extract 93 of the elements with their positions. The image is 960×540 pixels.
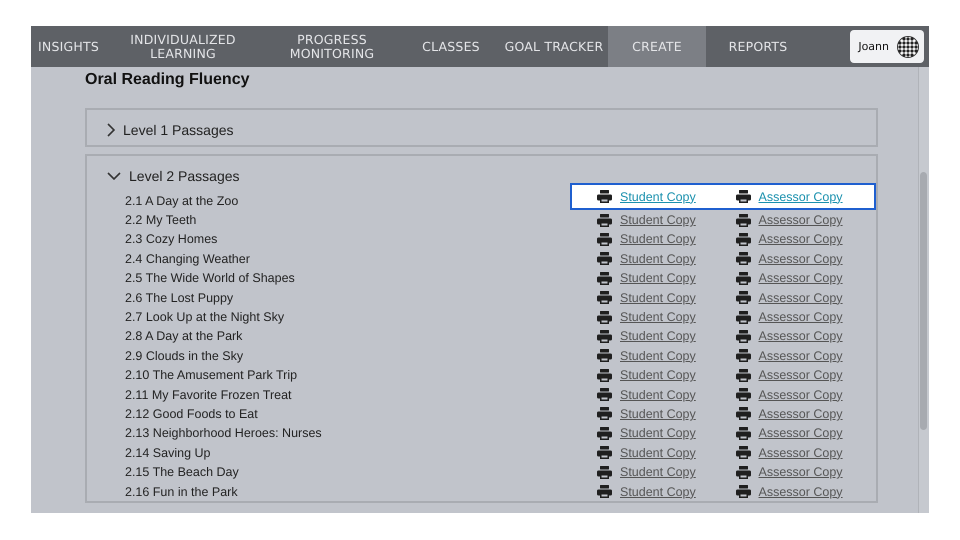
nav-tab[interactable]: INDIVIDUALIZED LEARNING: [108, 26, 258, 67]
assessor-copy-link[interactable]: Assessor Copy: [758, 213, 843, 228]
student-copy-link[interactable]: Student Copy: [620, 213, 696, 228]
passage-title: 2.14 Saving Up: [125, 446, 212, 460]
passage-title: 2.16 Fun in the Park: [125, 484, 239, 499]
student-copy-link[interactable]: Student Copy: [620, 329, 696, 344]
printer-icon: [597, 214, 612, 227]
student-copy-link[interactable]: Student Copy: [620, 446, 696, 460]
printer-icon: [736, 368, 750, 382]
printer-icon: [597, 485, 612, 498]
assessor-copy-link[interactable]: Assessor Copy: [758, 446, 843, 460]
nav-tab[interactable]: CREATE: [608, 26, 706, 67]
nav-tab[interactable]: CLASSES: [406, 26, 496, 67]
assessor-copy-link[interactable]: Assessor Copy: [758, 271, 843, 286]
student-copy-link[interactable]: Student Copy: [620, 290, 696, 305]
passage-title: 2.1 A Day at the Zoo: [125, 194, 240, 208]
printer-icon: [736, 485, 750, 498]
assessor-copy-link[interactable]: Assessor Copy: [758, 310, 843, 324]
assessor-copy-link[interactable]: Assessor Copy: [758, 290, 843, 305]
student-copy-link[interactable]: Student Copy: [620, 190, 696, 204]
printer-icon: [736, 466, 750, 479]
passage-title: 2.8 A Day at the Park: [125, 329, 244, 344]
nav-tab[interactable]: GOAL TRACKER: [496, 26, 608, 67]
printer-icon: [597, 291, 612, 304]
passage-title: 2.2 My Teeth: [125, 213, 198, 228]
printer-icon: [597, 407, 612, 420]
printer-icon: [597, 446, 612, 460]
assessor-copy-link[interactable]: Assessor Copy: [758, 252, 843, 266]
printer-icon: [597, 232, 612, 246]
printer-icon: [597, 426, 612, 440]
student-copy-link[interactable]: Student Copy: [620, 388, 696, 402]
assessor-copy-link[interactable]: Assessor Copy: [758, 368, 843, 382]
passage-title: 2.6 The Lost Puppy: [125, 290, 234, 305]
nav-tab[interactable]: INSIGHTS: [31, 26, 108, 67]
assessor-copy-link[interactable]: Assessor Copy: [758, 190, 843, 204]
printer-icon: [736, 330, 750, 343]
scrollbar-thumb[interactable]: [920, 172, 927, 430]
passage-title: 2.12 Good Foods to Eat: [125, 406, 259, 421]
assessor-copy-link[interactable]: Assessor Copy: [758, 484, 843, 499]
passage-title: 2.11 My Favorite Frozen Treat: [125, 388, 292, 402]
student-copy-link[interactable]: Student Copy: [620, 484, 696, 499]
printer-icon: [736, 214, 750, 227]
printer-icon: [736, 388, 750, 402]
printer-icon: [597, 330, 612, 343]
printer-icon: [597, 190, 612, 204]
nav-tab[interactable]: REPORTS: [706, 26, 810, 67]
scrollbar[interactable]: [918, 67, 929, 513]
assessor-copy-link[interactable]: Assessor Copy: [758, 232, 843, 246]
page-title: Oral Reading Fluency: [85, 71, 250, 89]
printer-icon: [597, 252, 612, 266]
printer-icon: [597, 466, 612, 479]
assessor-copy-link[interactable]: Assessor Copy: [758, 406, 843, 421]
passage-title: 2.13 Neighborhood Heroes: Nurses: [125, 426, 323, 440]
printer-icon: [736, 310, 750, 324]
assessor-copy-link[interactable]: Assessor Copy: [758, 388, 843, 402]
student-copy-link[interactable]: Student Copy: [620, 368, 696, 382]
printer-icon: [597, 388, 612, 402]
printer-icon: [597, 349, 612, 362]
student-copy-link[interactable]: Student Copy: [620, 252, 696, 266]
printer-icon: [597, 272, 612, 285]
student-copy-link[interactable]: Student Copy: [620, 465, 696, 480]
printer-icon: [736, 252, 750, 266]
assessor-copy-link[interactable]: Assessor Copy: [758, 465, 843, 480]
student-copy-link[interactable]: Student Copy: [620, 310, 696, 324]
passage-title: 2.7 Look Up at the Night Sky: [125, 310, 286, 324]
passage-title: 2.10 The Amusement Park Trip: [125, 368, 298, 382]
avatar-icon: [897, 36, 919, 58]
passage-title: 2.9 Clouds in the Sky: [125, 348, 244, 363]
passage-title: 2.5 The Wide World of Shapes: [125, 271, 296, 286]
printer-icon: [736, 232, 750, 246]
nav-tab[interactable]: PROGRESS MONITORING: [258, 26, 406, 67]
printer-icon: [736, 190, 750, 204]
printer-icon: [736, 291, 750, 304]
passage-title: 2.4 Changing Weather: [125, 252, 251, 266]
assessor-copy-link[interactable]: Assessor Copy: [758, 329, 843, 344]
user-menu[interactable]: Joann: [850, 30, 924, 63]
accordion-header[interactable]: Level 1 Passages: [87, 110, 876, 149]
passage-title: 2.3 Cozy Homes: [125, 232, 218, 246]
student-copy-link[interactable]: Student Copy: [620, 406, 696, 421]
assessor-copy-link[interactable]: Assessor Copy: [758, 426, 843, 440]
printer-icon: [736, 272, 750, 285]
passage-title: 2.15 The Beach Day: [125, 465, 240, 480]
printer-icon: [736, 407, 750, 420]
student-copy-link[interactable]: Student Copy: [620, 348, 696, 363]
student-copy-link[interactable]: Student Copy: [620, 271, 696, 286]
printer-icon: [736, 349, 750, 362]
student-copy-link[interactable]: Student Copy: [620, 426, 696, 440]
printer-icon: [736, 446, 750, 460]
printer-icon: [597, 310, 612, 324]
assessor-copy-link[interactable]: Assessor Copy: [758, 348, 843, 363]
printer-icon: [597, 368, 612, 382]
student-copy-link[interactable]: Student Copy: [620, 232, 696, 246]
printer-icon: [736, 426, 750, 440]
